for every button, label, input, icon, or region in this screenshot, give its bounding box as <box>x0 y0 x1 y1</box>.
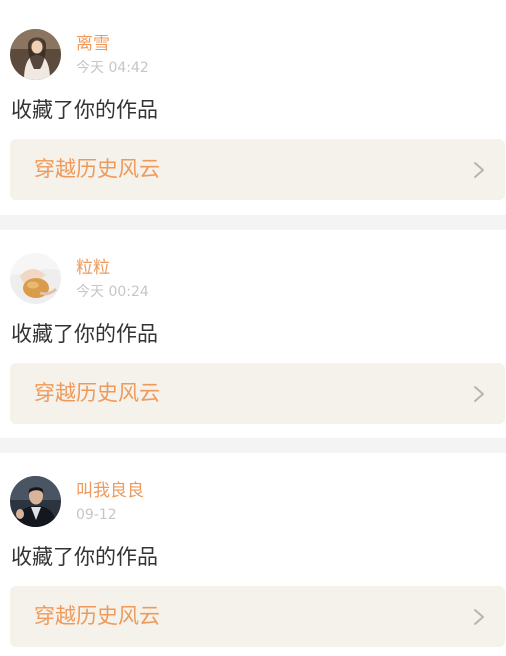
timestamp: 今天 00:24 <box>76 284 149 300</box>
chevron-right-icon <box>474 609 484 625</box>
work-link[interactable]: 穿越历史风云 <box>10 586 505 647</box>
work-link[interactable]: 穿越历史风云 <box>10 363 505 424</box>
work-title: 穿越历史风云 <box>34 157 160 181</box>
notification-item: 离雪 今天 04:42 收藏了你的作品 穿越历史风云 <box>0 0 506 216</box>
action-text: 收藏了你的作品 <box>11 98 158 122</box>
section-divider <box>0 438 506 453</box>
timestamp: 09-12 <box>76 507 117 523</box>
notification-feed: 离雪 今天 04:42 收藏了你的作品 穿越历史风云 粒粒 今天 00:24 收… <box>0 0 506 656</box>
user-avatar-image <box>10 476 61 527</box>
timestamp: 今天 04:42 <box>76 60 149 76</box>
chevron-right-icon <box>474 162 484 178</box>
user-avatar-image <box>10 29 61 80</box>
notification-item: 叫我良良 09-12 收藏了你的作品 穿越历史风云 <box>0 453 506 656</box>
action-text: 收藏了你的作品 <box>11 322 158 346</box>
user-avatar-image <box>10 253 61 304</box>
work-title: 穿越历史风云 <box>34 381 160 405</box>
username[interactable]: 叫我良良 <box>76 481 144 501</box>
action-text: 收藏了你的作品 <box>11 545 158 569</box>
notification-item: 粒粒 今天 00:24 收藏了你的作品 穿越历史风云 <box>0 230 506 438</box>
work-title: 穿越历史风云 <box>34 604 160 628</box>
section-divider <box>0 215 506 230</box>
chevron-right-icon <box>474 386 484 402</box>
username[interactable]: 离雪 <box>76 34 110 54</box>
avatar[interactable] <box>10 476 61 527</box>
avatar[interactable] <box>10 253 61 304</box>
avatar[interactable] <box>10 29 61 80</box>
username[interactable]: 粒粒 <box>76 258 110 278</box>
work-link[interactable]: 穿越历史风云 <box>10 139 505 200</box>
